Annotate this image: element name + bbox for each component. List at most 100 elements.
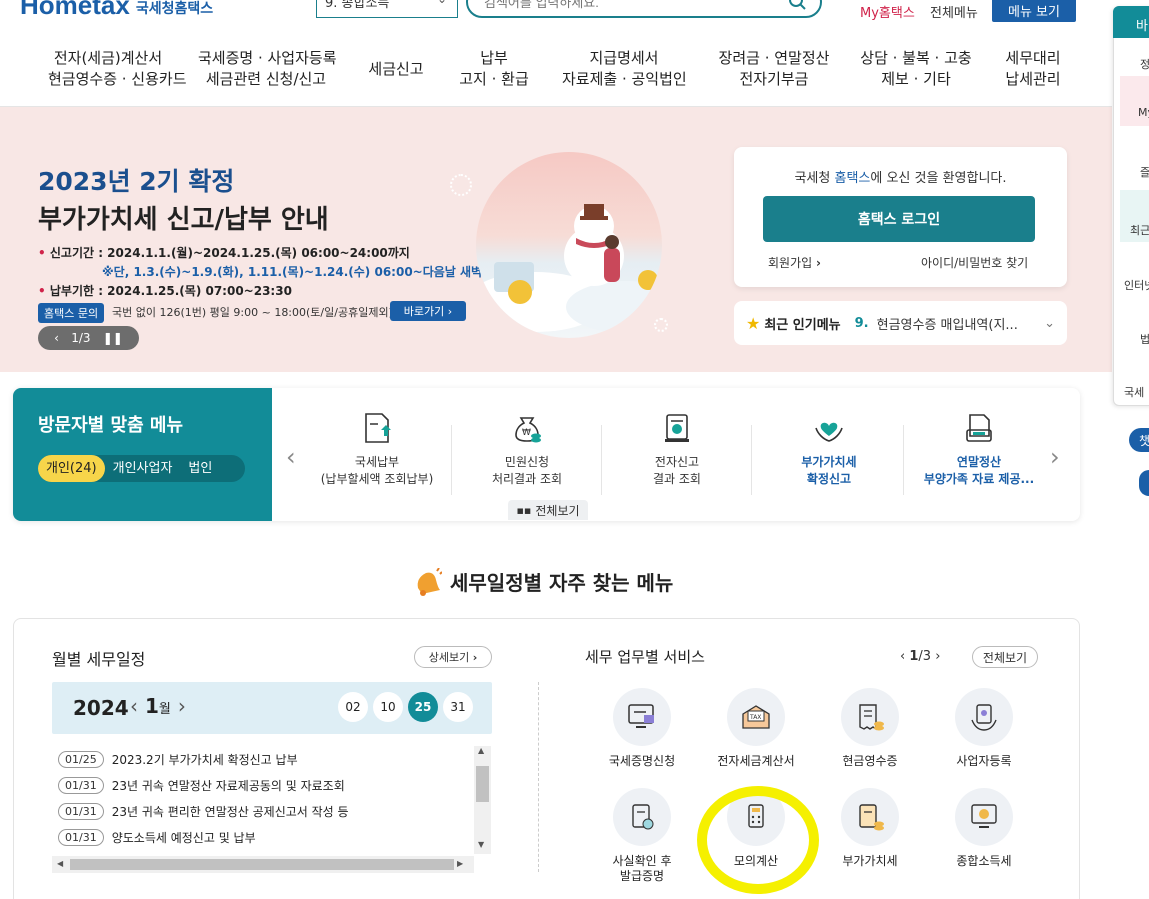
calendar-day[interactable]: 02 xyxy=(338,692,368,722)
gnb-item-agent[interactable]: 세무대리 납세관리 xyxy=(1000,48,1066,92)
chevron-down-icon[interactable]: ⌄ xyxy=(1044,316,1055,331)
divider xyxy=(751,425,752,495)
chatbot-avatar-icon[interactable] xyxy=(1139,470,1149,496)
find-id-link[interactable]: 아이디/비밀번호 찾기 xyxy=(921,254,1028,271)
view-all-label: 전체보기 xyxy=(535,503,580,518)
gnb-item-payment[interactable]: 납부 고지 · 환급 xyxy=(456,48,532,92)
hometax-logo[interactable]: Hometax 국세청홈택스 xyxy=(20,0,213,21)
schedule-item[interactable]: 01/31 23년 귀속 연말정산 자료제공동의 및 자료조회 xyxy=(58,777,458,794)
tab-individual[interactable]: 개인(24) xyxy=(38,455,105,482)
panel-divider xyxy=(538,682,539,872)
banner-title-line2: 부가가치세 신고/납부 안내 xyxy=(38,205,329,235)
gnb-item-incentive[interactable]: 장려금 · 연말정산 전자기부금 xyxy=(716,48,832,92)
side-item[interactable]: 국세 xyxy=(1124,384,1144,400)
horizontal-scroll-thumb[interactable] xyxy=(70,859,454,870)
visitor-item-sublabel: 처리결과 조회 xyxy=(491,472,563,486)
chevron-right-icon: › xyxy=(447,305,453,318)
service-item-e-invoice[interactable]: TAX 전자세금계산서 xyxy=(701,688,811,769)
banner-deadline-text: 납부기한 : 2024.1.25.(목) 07:00~23:30 xyxy=(49,284,292,298)
calendar-day-selected[interactable]: 25 xyxy=(408,692,438,722)
visitor-item-e-filing[interactable]: 전자신고 결과 조회 xyxy=(602,408,752,488)
vat-coin-icon xyxy=(859,804,884,831)
gnb-item-invoice[interactable]: 전자(세금)계산서 현금영수증 · 신용카드 xyxy=(48,48,187,92)
join-link[interactable]: 회원가입 › xyxy=(768,254,821,271)
vertical-scroll-thumb[interactable] xyxy=(476,766,489,802)
quick-panel-header[interactable]: 바 xyxy=(1113,6,1149,38)
gnb-label: 지급명세서 xyxy=(589,49,659,67)
calendar-day[interactable]: 31 xyxy=(443,692,473,722)
my-hometax-link[interactable]: My홈택스 xyxy=(860,2,915,21)
prev-icon[interactable]: ‹ xyxy=(54,331,59,345)
visitor-menu-title: 방문자별 맞춤 메뉴 xyxy=(38,415,184,436)
login-button[interactable]: 홈택스 로그인 xyxy=(763,196,1035,242)
visitor-item-label: 연말정산 xyxy=(956,455,1002,469)
search-box[interactable] xyxy=(466,0,822,18)
scroll-left-icon[interactable]: ◀ xyxy=(57,859,63,868)
chevron-left-icon[interactable]: ‹ xyxy=(130,694,138,718)
service-item-fact-confirmation[interactable]: 사실확인 후 발급증명 xyxy=(587,788,697,884)
popular-menu-bar[interactable]: ★ 최근 인기메뉴 9. 현금영수증 매입내역(지... ⌄ xyxy=(734,301,1067,345)
visitor-item-sublabel: (납부할세액 조회납부) xyxy=(320,472,434,486)
gnb-item-statement[interactable]: 지급명세서 자료제출 · 공익법인 xyxy=(562,48,687,92)
gnb-label: 장려금 · 연말정산 xyxy=(718,49,830,67)
popular-item[interactable]: 현금영수증 매입내역(지... xyxy=(877,314,1044,333)
pause-icon[interactable]: ❚❚ xyxy=(103,331,123,345)
visitor-view-all-button[interactable]: ▪▪ 전체보기 xyxy=(508,500,588,520)
side-item[interactable]: 최근 xyxy=(1130,222,1149,238)
section-title: 세무일정별 자주 찾는 메뉴 xyxy=(412,567,673,596)
calendar-day[interactable]: 10 xyxy=(373,692,403,722)
service-label: 종합소득세 xyxy=(956,854,1012,868)
chevron-right-icon[interactable]: › xyxy=(178,694,186,718)
calendar-detail-button[interactable]: 상세보기 › xyxy=(414,646,492,668)
calendar-month-nav: ‹ 1월 › xyxy=(130,694,186,718)
all-menu-link[interactable]: 전체메뉴 xyxy=(930,2,978,21)
scroll-down-icon[interactable]: ▼ xyxy=(478,840,484,849)
calendar-year: 2024 xyxy=(73,696,129,720)
visitor-item-tax-payment[interactable]: 국세납부 (납부할세액 조회납부) xyxy=(302,408,452,488)
chatbot-button[interactable]: 챗 xyxy=(1129,428,1149,452)
welcome-text: 국세청 홈택스에 오신 것을 환영합니다. xyxy=(734,167,1067,186)
tab-corporation[interactable]: 법인 xyxy=(180,455,220,482)
tab-sole-proprietor[interactable]: 개인사업자 xyxy=(105,455,181,482)
service-item-business-registration[interactable]: 사업자등록 xyxy=(929,688,1039,769)
visitor-item-civil-request[interactable]: ₩ 민원신청 처리결과 조회 xyxy=(452,408,602,488)
side-item[interactable]: 정 xyxy=(1140,56,1149,72)
banner-go-label: 바로가기 xyxy=(403,305,445,318)
gnb-item-certificate[interactable]: 국세증명 · 사업자등록 세금관련 신청/신고 xyxy=(198,48,337,92)
schedule-item[interactable]: 01/31 23년 귀속 편리한 연말정산 공제신고서 작성 등 xyxy=(58,803,458,820)
service-item-income-tax[interactable]: 종합소득세 xyxy=(929,788,1039,869)
services-view-all-button[interactable]: 전체보기 xyxy=(972,646,1038,668)
snowman-illustration xyxy=(476,204,662,333)
chevron-right-icon[interactable]: › xyxy=(935,649,940,664)
search-icon[interactable] xyxy=(788,0,808,12)
side-item[interactable]: 인터넷 xyxy=(1124,277,1149,293)
section-title-text: 세무일정별 자주 찾는 메뉴 xyxy=(450,571,674,595)
gnb-label: 납세관리 xyxy=(1005,70,1061,88)
service-item-vat[interactable]: 부가가치세 xyxy=(815,788,925,869)
schedule-text: 양도소득세 예정신고 및 납부 xyxy=(111,831,256,845)
grid-icon: ▪▪ xyxy=(516,503,532,517)
gnb-item-consult[interactable]: 상담 · 불복 · 고충 제보 · 기타 xyxy=(860,48,972,92)
side-item[interactable]: 즐 xyxy=(1140,164,1149,180)
menu-view-button[interactable]: 메뉴 보기 xyxy=(992,0,1076,22)
banner-pager[interactable]: ‹ 1/3 ❚❚ xyxy=(38,326,139,350)
visitor-item-vat[interactable]: 부가가치세 확정신고 xyxy=(754,408,904,488)
side-item[interactable]: My xyxy=(1138,106,1149,119)
scroll-right-icon[interactable]: ▶ xyxy=(457,859,463,868)
chevron-left-icon[interactable]: ‹ xyxy=(900,649,905,664)
chevron-left-icon[interactable]: ‹ xyxy=(286,443,296,471)
side-item[interactable]: 법 xyxy=(1140,331,1149,347)
visitor-item-year-end[interactable]: 연말정산 부양가족 자료 제공... xyxy=(904,408,1054,488)
schedule-item[interactable]: 01/25 2023.2기 부가가치세 확정신고 납부 xyxy=(58,751,458,768)
search-category-select[interactable]: 9. 종합소득 ⌄ xyxy=(316,0,458,18)
search-input[interactable] xyxy=(484,0,784,10)
service-item-cash-receipt[interactable]: 현금영수증 xyxy=(815,688,925,769)
banner-go-button[interactable]: 바로가기 › xyxy=(390,301,466,321)
service-item-certificate[interactable]: 국세증명신청 xyxy=(587,688,697,769)
gnb-item-tax-return[interactable]: 세금신고 xyxy=(366,48,426,92)
gnb-label: 세금신고 xyxy=(368,60,424,78)
schedule-item[interactable]: 01/31 양도소득세 예정신고 및 납부 xyxy=(58,829,458,846)
visitor-item-sublabel: 확정신고 xyxy=(806,472,852,486)
welcome-post: 에 오신 것을 환영합니다. xyxy=(870,171,1007,186)
scroll-up-icon[interactable]: ▲ xyxy=(478,746,484,755)
